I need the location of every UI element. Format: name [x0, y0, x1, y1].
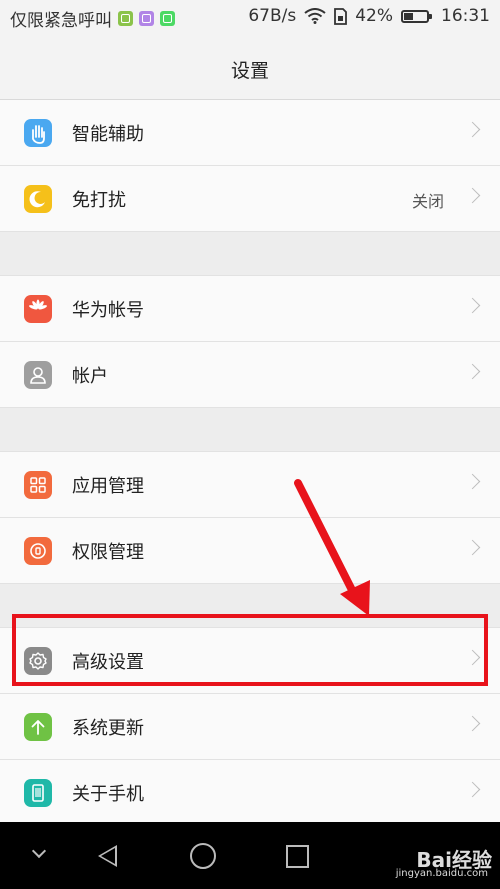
settings-item-label: 免打扰: [72, 190, 126, 211]
chevron-right-icon: [464, 187, 481, 204]
notification-app-icon: [118, 11, 133, 26]
battery-icon: [401, 9, 432, 23]
settings-item-app-management[interactable]: 应用管理: [0, 452, 500, 518]
notification-message-icon: [160, 11, 175, 26]
settings-item-system-update[interactable]: 系统更新: [0, 694, 500, 760]
settings-item-label: 应用管理: [72, 476, 144, 497]
status-left: 仅限紧急呼叫: [10, 6, 175, 31]
section-divider: [0, 408, 500, 452]
chevron-right-icon: [464, 715, 481, 732]
chevron-right-icon: [464, 363, 481, 380]
home-icon[interactable]: [190, 843, 216, 869]
sim-card-icon: [334, 7, 348, 25]
watermark-url: jingyan.baidu.com: [395, 868, 488, 879]
notification-gallery-icon: [139, 11, 154, 26]
settings-item-label: 关于手机: [72, 784, 144, 805]
back-icon[interactable]: [98, 845, 117, 867]
settings-item-do-not-disturb[interactable]: 免打扰 关闭: [0, 166, 500, 232]
settings-item-label: 智能辅助: [72, 124, 144, 145]
page-title: 设置: [230, 60, 269, 82]
chevron-right-icon: [464, 473, 481, 490]
battery-percent: 42%: [355, 6, 393, 26]
moon-icon: [24, 185, 52, 213]
person-icon: [24, 361, 52, 389]
settings-item-value: 关闭: [411, 192, 444, 211]
hide-nav-icon[interactable]: [31, 843, 47, 859]
settings-item-smart-assist[interactable]: 智能辅助: [0, 100, 500, 166]
header: 设置: [0, 34, 500, 100]
clock: 16:31: [441, 6, 490, 26]
settings-item-label: 高级设置: [72, 652, 144, 673]
settings-item-permission-management[interactable]: 权限管理: [0, 518, 500, 584]
carrier-text: 仅限紧急呼叫: [10, 11, 112, 31]
status-bar: 仅限紧急呼叫 67B/s 42% 16:31: [0, 0, 500, 34]
settings-item-advanced-settings[interactable]: 高级设置: [0, 628, 500, 694]
status-right: 67B/s 42% 16:31: [240, 6, 490, 26]
update-arrow-icon: [24, 713, 52, 741]
settings-item-label: 华为帐号: [72, 300, 144, 321]
section-divider: [0, 232, 500, 276]
wifi-icon: [304, 8, 326, 24]
grid-icon: [24, 471, 52, 499]
chevron-right-icon: [464, 297, 481, 314]
settings-list: 智能辅助 免打扰 关闭 华为帐号 帐户 应用管理 权限管理 高级设置 系统更新 …: [0, 100, 500, 826]
chevron-right-icon: [464, 539, 481, 556]
chevron-right-icon: [464, 649, 481, 666]
settings-item-label: 帐户: [72, 366, 108, 387]
hand-icon: [24, 119, 52, 147]
permission-icon: [24, 537, 52, 565]
settings-item-label: 权限管理: [72, 542, 144, 563]
settings-item-about-phone[interactable]: 关于手机: [0, 760, 500, 826]
network-speed: 67B/s: [248, 6, 297, 26]
recent-apps-icon[interactable]: [286, 845, 309, 868]
chevron-right-icon: [464, 781, 481, 798]
phone-icon: [24, 779, 52, 807]
huawei-logo-icon: [24, 295, 52, 323]
chevron-right-icon: [464, 121, 481, 138]
settings-item-account[interactable]: 帐户: [0, 342, 500, 408]
section-divider: [0, 584, 500, 628]
settings-item-huawei-account[interactable]: 华为帐号: [0, 276, 500, 342]
settings-item-label: 系统更新: [72, 718, 144, 739]
gear-icon: [24, 647, 52, 675]
